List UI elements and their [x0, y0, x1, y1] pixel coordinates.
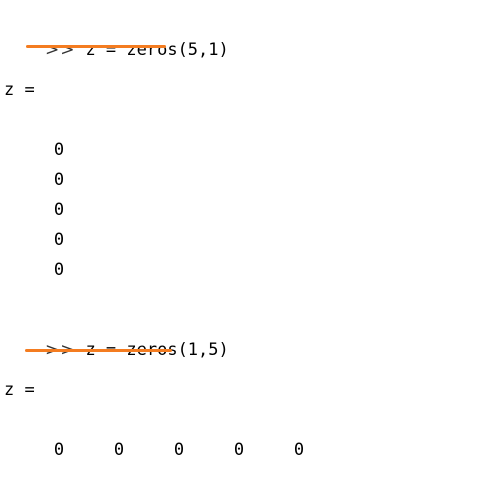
command-highlight-underline	[26, 45, 166, 48]
command-highlight-underline	[25, 349, 172, 352]
matrix-cell: 0	[53, 200, 65, 220]
matrix-cell: 0	[53, 260, 65, 280]
output-variable-label: z =	[4, 380, 35, 400]
command-window[interactable]: >> z = zeros(5,1) z = 0 0 0 0 0 >> z = zer…	[0, 0, 477, 487]
command-text: z = zeros(5,1)	[85, 40, 229, 60]
matrix-cell: 0	[53, 440, 65, 460]
matrix-cell: 0	[53, 230, 65, 250]
matrix-cell: 0	[53, 170, 65, 190]
matrix-cell: 0	[53, 140, 65, 160]
matrix-cell: 0	[293, 440, 305, 460]
output-variable-label: z =	[4, 80, 35, 100]
prompt-symbol: >>	[44, 40, 76, 60]
matrix-cell: 0	[233, 440, 245, 460]
matrix-cell: 0	[173, 440, 185, 460]
command-line-1: >> z = zeros(5,1)	[4, 20, 229, 80]
matrix-cell: 0	[113, 440, 125, 460]
